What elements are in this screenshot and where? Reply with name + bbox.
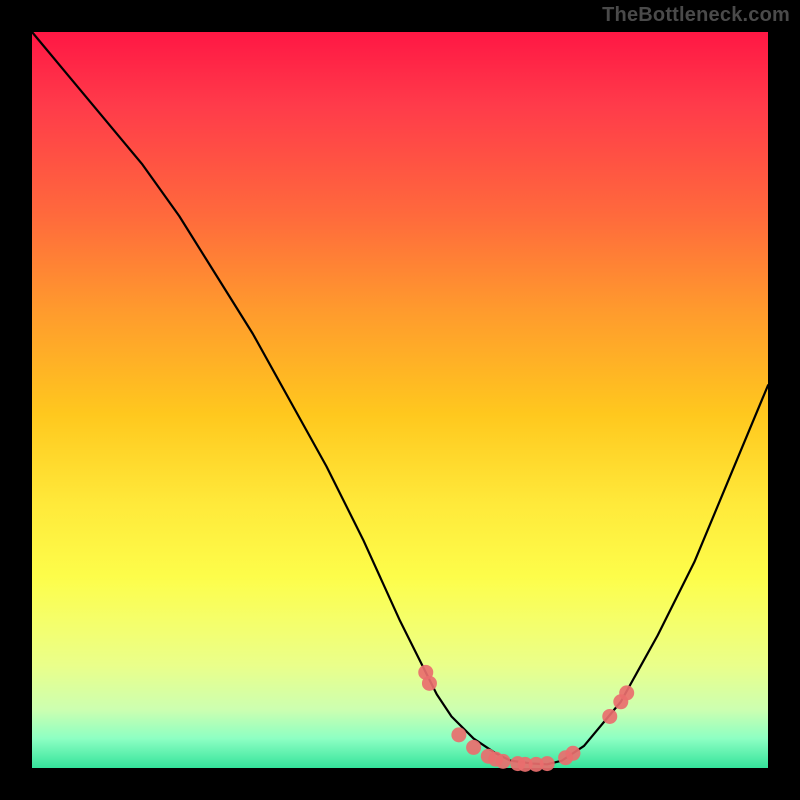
- curve-line: [32, 32, 768, 764]
- chart-frame: TheBottleneck.com: [0, 0, 800, 800]
- data-dot: [602, 709, 617, 724]
- data-dot: [496, 754, 511, 769]
- curve-svg: [32, 32, 768, 768]
- watermark-text: TheBottleneck.com: [602, 4, 790, 27]
- data-dot: [451, 727, 466, 742]
- data-dot: [422, 676, 437, 691]
- dots-group: [418, 665, 634, 772]
- data-dot: [619, 685, 634, 700]
- plot-area: [32, 32, 768, 768]
- data-dot: [540, 756, 555, 771]
- data-dot: [466, 740, 481, 755]
- data-dot: [565, 746, 580, 761]
